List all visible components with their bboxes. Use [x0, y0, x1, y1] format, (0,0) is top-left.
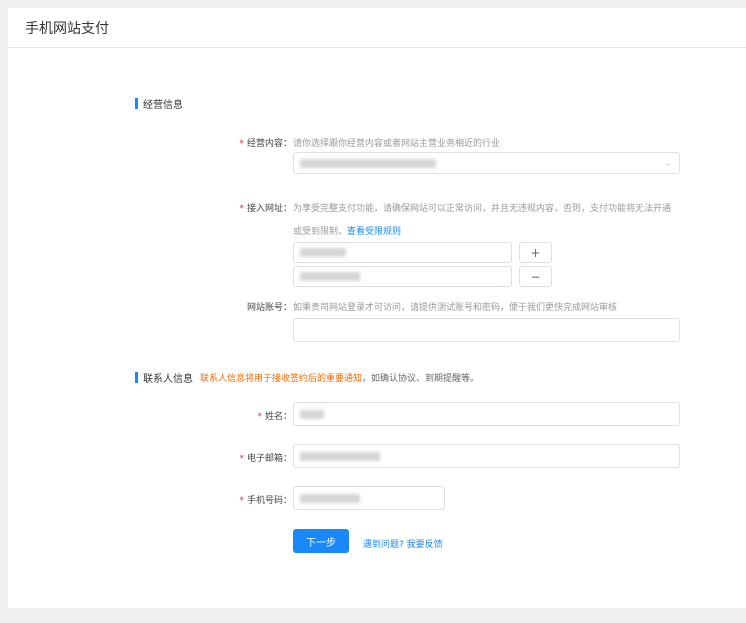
redacted-value: [300, 493, 360, 503]
url-label-text: 接入网址：: [246, 204, 292, 214]
phone-label-text: 手机号码：: [246, 496, 292, 506]
remove-url-button[interactable]: −: [519, 266, 552, 287]
url-input-1[interactable]: [293, 242, 512, 263]
title-bar: 手机网站支付: [8, 8, 746, 48]
section-marker: [135, 372, 138, 383]
name-input[interactable]: [293, 402, 680, 426]
page-container: 手机网站支付 经营信息 * 经营内容： 请你选择跟你经营内容或者网站主营业务相近的…: [8, 8, 746, 608]
name-label: * 姓名：: [257, 409, 292, 422]
redacted-value: [300, 409, 324, 419]
section-marker: [135, 98, 138, 109]
content-label-text: 经营内容：: [246, 139, 292, 149]
name-label-text: 姓名：: [264, 412, 292, 422]
email-input[interactable]: [293, 444, 680, 468]
add-url-button[interactable]: +: [519, 242, 552, 263]
account-hint: 如果贵司网站登录才可访问，请提供测试账号和密码，便于我们更快完成网站审核: [293, 303, 618, 313]
business-section-title: 经营信息: [135, 96, 183, 111]
account-label: 网站账号：: [246, 303, 292, 313]
url-hint-line2-text: 或受到限制，: [293, 227, 348, 237]
contact-section-label: 联系人信息: [143, 374, 193, 385]
url-hint: 为享受完整支付功能，请确保网站可以正常访问，并且无违规内容，否则，支付功能将无法…: [293, 204, 672, 214]
phone-label: * 手机号码：: [239, 493, 292, 506]
email-label-text: 电子邮箱：: [246, 454, 292, 464]
url-input-2[interactable]: [293, 266, 512, 287]
content-select[interactable]: ⌄: [293, 152, 680, 174]
restriction-rules-link[interactable]: 查看受限规则: [347, 227, 401, 237]
account-input[interactable]: [293, 318, 680, 342]
business-section-label: 经营信息: [143, 100, 183, 111]
required-mark: *: [239, 204, 244, 214]
required-mark: *: [239, 496, 244, 506]
email-label: * 电子邮箱：: [239, 451, 292, 464]
contact-note: ，如确认协议、到期提醒等。: [362, 374, 480, 384]
content-label: * 经营内容：: [239, 136, 292, 149]
contact-section-title: 联系人信息 联系人信息将用于接收签约后的重要通知 ，如确认协议、到期提醒等。: [135, 370, 479, 385]
redacted-value: [300, 248, 346, 257]
feedback-link[interactable]: 遇到问题? 我要反馈: [363, 537, 443, 550]
phone-input[interactable]: [293, 486, 445, 510]
next-step-button[interactable]: 下一步: [293, 529, 349, 553]
required-mark: *: [239, 139, 244, 149]
contact-warning: 联系人信息将用于接收签约后的重要通知: [200, 374, 363, 384]
url-label: * 接入网址：: [239, 201, 292, 214]
content-hint: 请你选择跟你经营内容或者网站主营业务相近的行业: [293, 139, 501, 149]
redacted-value: [300, 451, 380, 461]
required-mark: *: [239, 454, 244, 464]
redacted-value: [300, 158, 436, 168]
url-hint-line2: 或受到限制，查看受限规则: [293, 224, 401, 237]
chevron-down-icon: ⌄: [664, 158, 671, 168]
required-mark: *: [257, 412, 262, 422]
redacted-value: [300, 272, 360, 281]
page-title: 手机网站支付: [25, 20, 109, 37]
